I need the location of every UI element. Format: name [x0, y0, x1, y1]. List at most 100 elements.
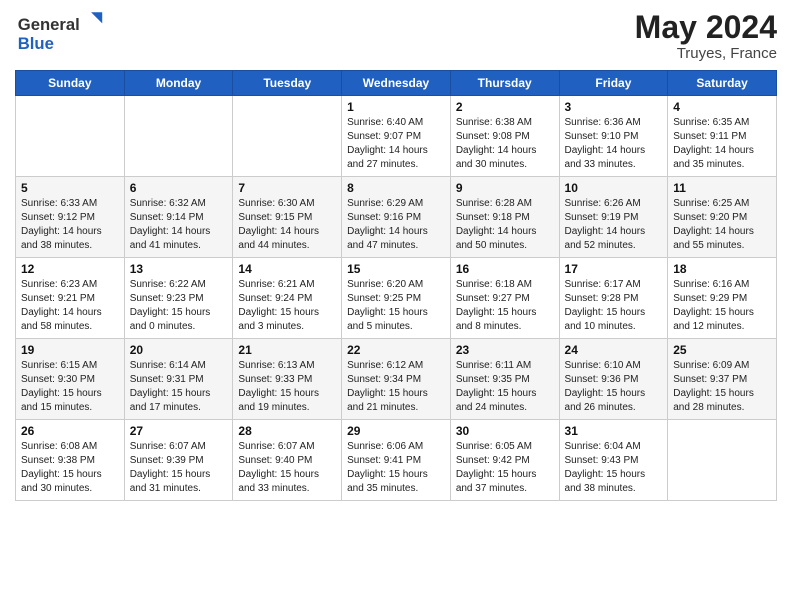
- day-number: 7: [238, 181, 336, 195]
- week-row-0: 1 Sunrise: 6:40 AM Sunset: 9:07 PM Daylig…: [16, 96, 777, 177]
- day-number: 22: [347, 343, 445, 357]
- day-number: 21: [238, 343, 336, 357]
- col-tuesday: Tuesday: [233, 71, 342, 96]
- day-number: 8: [347, 181, 445, 195]
- day-info: Sunrise: 6:38 AM Sunset: 9:08 PM Dayligh…: [456, 116, 554, 172]
- day-cell: 11Sunrise: 6:25 AM Sunset: 9:20 PM Dayli…: [668, 177, 777, 258]
- week-row-1: 5Sunrise: 6:33 AM Sunset: 9:12 PM Daylig…: [16, 177, 777, 258]
- day-cell: 19Sunrise: 6:15 AM Sunset: 9:30 PM Dayli…: [16, 339, 125, 420]
- day-cell: 21 Sunrise: 6:13 AM Sunset: 9:33 PM Dayli…: [233, 339, 342, 420]
- day-number: 30: [456, 424, 554, 438]
- day-cell: 6Sunrise: 6:32 AM Sunset: 9:14 PM Daylig…: [124, 177, 233, 258]
- day-info: Sunrise: 6:13 AM Sunset: 9:33 PM Dayligh…: [238, 359, 336, 415]
- day-info: Sunrise: 6:29 AM Sunset: 9:16 PM Dayligh…: [347, 197, 445, 253]
- day-number: 29: [347, 424, 445, 438]
- svg-text:Blue: Blue: [18, 34, 54, 53]
- day-number: 28: [238, 424, 336, 438]
- day-number: 31: [565, 424, 663, 438]
- day-cell: 4 Sunrise: 6:35 AM Sunset: 9:11 PM Daylig…: [668, 96, 777, 177]
- day-number: 11: [673, 181, 771, 195]
- day-info: Sunrise: 6:04 AM Sunset: 9:43 PM Dayligh…: [565, 440, 663, 496]
- day-number: 26: [21, 424, 119, 438]
- day-number: 15: [347, 262, 445, 276]
- day-info: Sunrise: 6:40 AM Sunset: 9:07 PM Dayligh…: [347, 116, 445, 172]
- calendar-table: Sunday Monday Tuesday Wednesday Thursday…: [15, 70, 777, 501]
- col-thursday: Thursday: [450, 71, 559, 96]
- day-info: Sunrise: 6:28 AM Sunset: 9:18 PM Dayligh…: [456, 197, 554, 253]
- title-block: May 2024 Truyes, France: [635, 10, 777, 62]
- day-cell: 27 Sunrise: 6:07 AM Sunset: 9:39 PM Dayli…: [124, 420, 233, 501]
- day-number: 23: [456, 343, 554, 357]
- day-cell: 12 Sunrise: 6:23 AM Sunset: 9:21 PM Dayli…: [16, 258, 125, 339]
- day-number: 27: [130, 424, 228, 438]
- day-number: 4: [673, 100, 771, 114]
- day-number: 5: [21, 181, 119, 195]
- day-info: Sunrise: 6:14 AM Sunset: 9:31 PM Dayligh…: [130, 359, 228, 415]
- day-cell: 2 Sunrise: 6:38 AM Sunset: 9:08 PM Daylig…: [450, 96, 559, 177]
- day-cell: 24Sunrise: 6:10 AM Sunset: 9:36 PM Dayli…: [559, 339, 668, 420]
- day-number: 9: [456, 181, 554, 195]
- day-number: 1: [347, 100, 445, 114]
- day-number: 17: [565, 262, 663, 276]
- day-cell: 31 Sunrise: 6:04 AM Sunset: 9:43 PM Dayli…: [559, 420, 668, 501]
- day-info: Sunrise: 6:30 AM Sunset: 9:15 PM Dayligh…: [238, 197, 336, 253]
- day-cell: 5Sunrise: 6:33 AM Sunset: 9:12 PM Daylig…: [16, 177, 125, 258]
- day-cell: 26 Sunrise: 6:08 AM Sunset: 9:38 PM Dayli…: [16, 420, 125, 501]
- day-number: 25: [673, 343, 771, 357]
- day-cell: 28Sunrise: 6:07 AM Sunset: 9:40 PM Dayli…: [233, 420, 342, 501]
- day-info: Sunrise: 6:18 AM Sunset: 9:27 PM Dayligh…: [456, 278, 554, 334]
- col-wednesday: Wednesday: [342, 71, 451, 96]
- day-info: Sunrise: 6:35 AM Sunset: 9:11 PM Dayligh…: [673, 116, 771, 172]
- day-cell: 1 Sunrise: 6:40 AM Sunset: 9:07 PM Daylig…: [342, 96, 451, 177]
- day-cell: 18Sunrise: 6:16 AM Sunset: 9:29 PM Dayli…: [668, 258, 777, 339]
- day-number: 20: [130, 343, 228, 357]
- day-cell: [124, 96, 233, 177]
- day-info: Sunrise: 6:07 AM Sunset: 9:39 PM Dayligh…: [130, 440, 228, 496]
- day-cell: [16, 96, 125, 177]
- day-info: Sunrise: 6:08 AM Sunset: 9:38 PM Dayligh…: [21, 440, 119, 496]
- day-number: 14: [238, 262, 336, 276]
- day-cell: [233, 96, 342, 177]
- day-cell: 8 Sunrise: 6:29 AM Sunset: 9:16 PM Daylig…: [342, 177, 451, 258]
- day-number: 12: [21, 262, 119, 276]
- day-cell: 29 Sunrise: 6:06 AM Sunset: 9:41 PM Dayli…: [342, 420, 451, 501]
- day-info: Sunrise: 6:26 AM Sunset: 9:19 PM Dayligh…: [565, 197, 663, 253]
- day-cell: 14Sunrise: 6:21 AM Sunset: 9:24 PM Dayli…: [233, 258, 342, 339]
- day-cell: [668, 420, 777, 501]
- day-info: Sunrise: 6:11 AM Sunset: 9:35 PM Dayligh…: [456, 359, 554, 415]
- svg-text:General: General: [18, 15, 80, 34]
- day-cell: 20 Sunrise: 6:14 AM Sunset: 9:31 PM Dayli…: [124, 339, 233, 420]
- day-info: Sunrise: 6:06 AM Sunset: 9:41 PM Dayligh…: [347, 440, 445, 496]
- col-monday: Monday: [124, 71, 233, 96]
- day-info: Sunrise: 6:36 AM Sunset: 9:10 PM Dayligh…: [565, 116, 663, 172]
- header-row: Sunday Monday Tuesday Wednesday Thursday…: [16, 71, 777, 96]
- day-cell: 7 Sunrise: 6:30 AM Sunset: 9:15 PM Daylig…: [233, 177, 342, 258]
- page: General Blue May 2024 Truyes, France Sun…: [0, 0, 792, 516]
- day-number: 2: [456, 100, 554, 114]
- day-cell: 13Sunrise: 6:22 AM Sunset: 9:23 PM Dayli…: [124, 258, 233, 339]
- day-info: Sunrise: 6:17 AM Sunset: 9:28 PM Dayligh…: [565, 278, 663, 334]
- day-info: Sunrise: 6:23 AM Sunset: 9:21 PM Dayligh…: [21, 278, 119, 334]
- day-cell: 15 Sunrise: 6:20 AM Sunset: 9:25 PM Dayli…: [342, 258, 451, 339]
- logo-svg: General Blue: [15, 10, 105, 60]
- day-info: Sunrise: 6:09 AM Sunset: 9:37 PM Dayligh…: [673, 359, 771, 415]
- day-number: 16: [456, 262, 554, 276]
- day-cell: 30 Sunrise: 6:05 AM Sunset: 9:42 PM Dayli…: [450, 420, 559, 501]
- day-number: 3: [565, 100, 663, 114]
- day-info: Sunrise: 6:20 AM Sunset: 9:25 PM Dayligh…: [347, 278, 445, 334]
- day-info: Sunrise: 6:22 AM Sunset: 9:23 PM Dayligh…: [130, 278, 228, 334]
- col-friday: Friday: [559, 71, 668, 96]
- col-saturday: Saturday: [668, 71, 777, 96]
- day-cell: 9 Sunrise: 6:28 AM Sunset: 9:18 PM Daylig…: [450, 177, 559, 258]
- header: General Blue May 2024 Truyes, France: [15, 10, 777, 62]
- col-sunday: Sunday: [16, 71, 125, 96]
- day-number: 10: [565, 181, 663, 195]
- day-number: 18: [673, 262, 771, 276]
- day-cell: 25 Sunrise: 6:09 AM Sunset: 9:37 PM Dayli…: [668, 339, 777, 420]
- day-info: Sunrise: 6:05 AM Sunset: 9:42 PM Dayligh…: [456, 440, 554, 496]
- day-info: Sunrise: 6:12 AM Sunset: 9:34 PM Dayligh…: [347, 359, 445, 415]
- day-number: 19: [21, 343, 119, 357]
- day-number: 24: [565, 343, 663, 357]
- day-cell: 22 Sunrise: 6:12 AM Sunset: 9:34 PM Dayli…: [342, 339, 451, 420]
- month-year: May 2024: [635, 10, 777, 45]
